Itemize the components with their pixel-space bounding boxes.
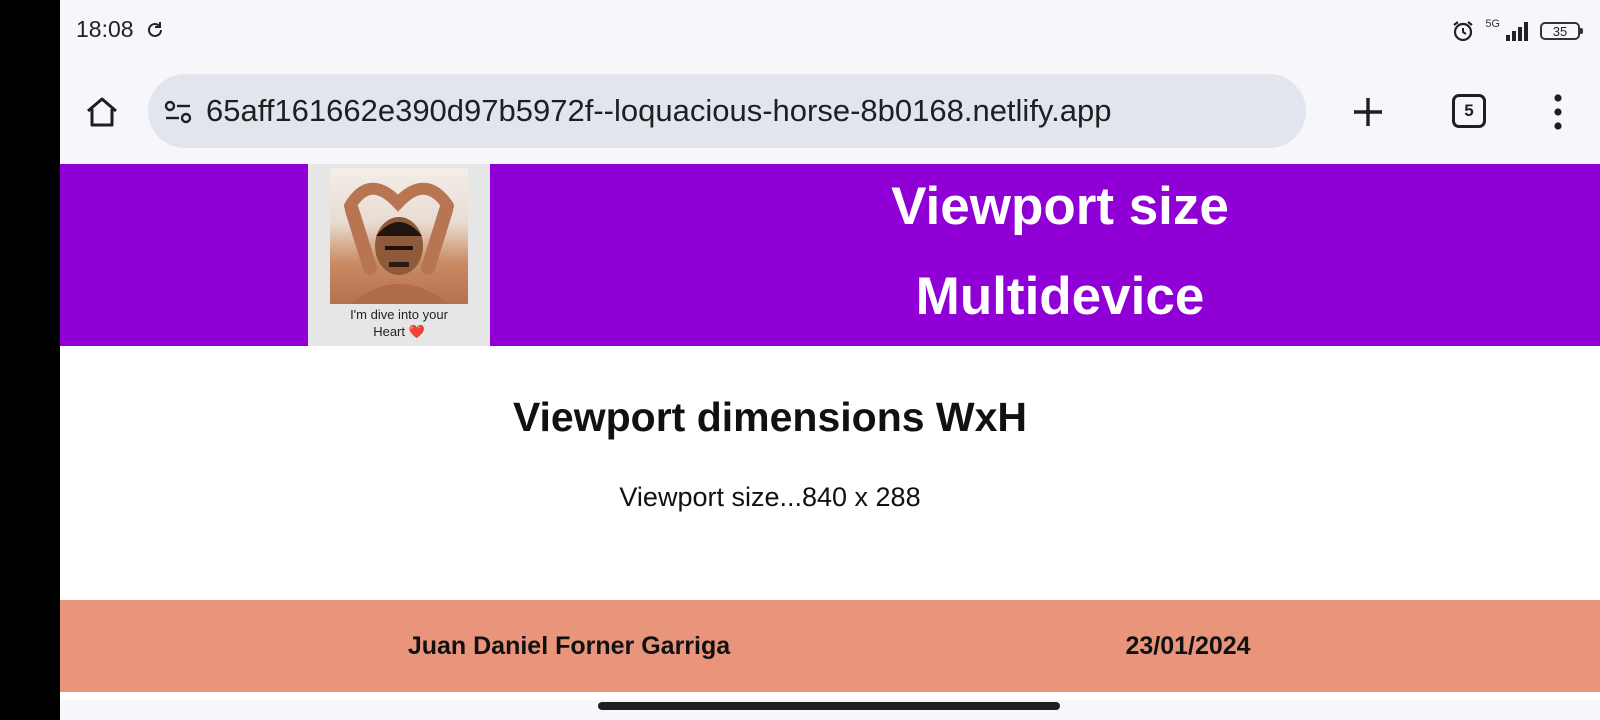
page-footer: Juan Daniel Forner Garriga 23/01/2024: [60, 600, 1600, 692]
home-icon[interactable]: [84, 94, 120, 130]
screen-edge-bezel: [0, 0, 60, 720]
viewport-heading: Viewport dimensions WxH: [512, 394, 1028, 440]
battery-indicator: 35: [1540, 22, 1583, 40]
site-settings-icon[interactable]: [164, 98, 192, 126]
network-type: 5G: [1485, 17, 1500, 30]
url-text[interactable]: 65aff161662e390d97b5972f--loquacious-hor…: [206, 93, 1111, 129]
header-subtitle: Multidevice: [915, 267, 1205, 326]
tab-switcher-button[interactable]: 5: [1452, 94, 1486, 128]
status-bar: 18:08 5G 35: [60, 0, 1600, 62]
viewport-size-text: Viewport size...840 x 288: [619, 482, 921, 512]
meme-photo: [330, 168, 468, 304]
meme-figure: [344, 182, 454, 304]
footer-date: 23/01/2024: [1125, 632, 1251, 660]
header-meme-image: I'm dive into your Heart ❤️: [308, 164, 490, 346]
alarm-clock-icon: [1453, 21, 1473, 42]
more-vertical-icon[interactable]: [1552, 92, 1564, 132]
header-title: Viewport size: [891, 177, 1229, 236]
status-time: 18:08: [76, 16, 134, 42]
cellular-signal-icon: [1506, 22, 1528, 41]
battery-level: 35: [1552, 23, 1568, 39]
sync-icon: [148, 22, 162, 37]
meme-caption: I'm dive into your Heart ❤️: [350, 307, 448, 339]
tab-count: 5: [1464, 101, 1474, 120]
device-screen: 18:08 5G 35 65aff161662e390d97b5972f--lo…: [60, 0, 1600, 720]
status-indicators: 5G 35: [1451, 16, 1583, 46]
page-header: I'm dive into your Heart ❤️ Viewport siz…: [60, 164, 1600, 346]
web-page: I'm dive into your Heart ❤️ Viewport siz…: [60, 164, 1600, 700]
gesture-navigation-bar[interactable]: [598, 702, 1060, 710]
author-name: Juan Daniel Forner Garriga: [407, 632, 731, 660]
plus-icon[interactable]: [1350, 94, 1386, 130]
browser-toolbar: 65aff161662e390d97b5972f--loquacious-hor…: [60, 62, 1600, 164]
address-bar[interactable]: 65aff161662e390d97b5972f--loquacious-hor…: [148, 74, 1306, 148]
